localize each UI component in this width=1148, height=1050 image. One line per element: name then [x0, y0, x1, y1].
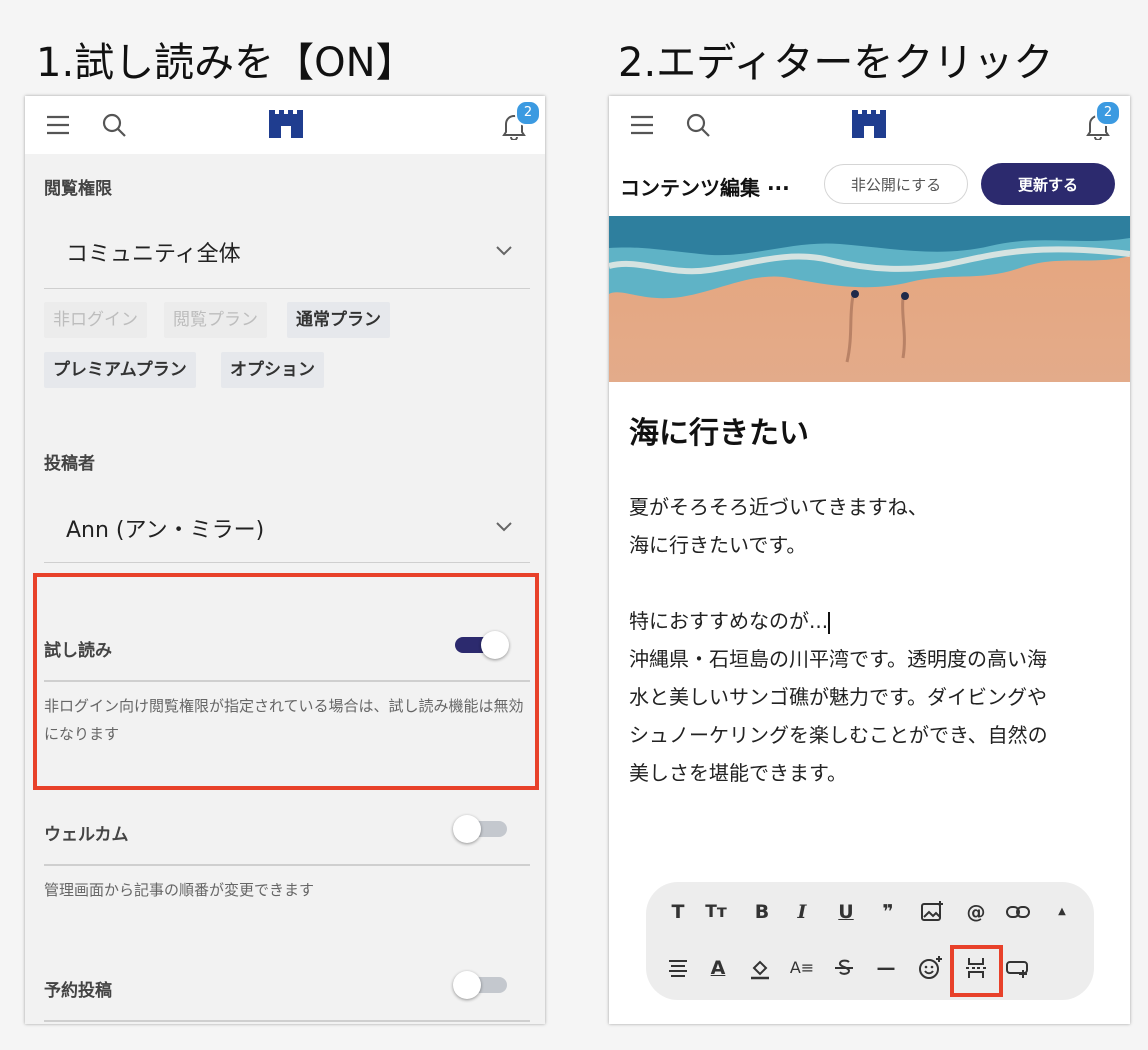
author-select[interactable]: Ann (アン・ミラー) — [44, 512, 530, 563]
button-add-icon[interactable] — [1004, 954, 1032, 982]
emoji-add-icon[interactable] — [916, 954, 944, 982]
plan-chip-nonlogin[interactable]: 非ログイン — [44, 302, 147, 338]
post-body[interactable]: 夏がそろそろ近づいてきますね、 海に行きたいです。 特におすすめなのが... 沖… — [629, 488, 1109, 792]
castle-logo-icon[interactable] — [852, 110, 886, 138]
welcome-toggle[interactable] — [453, 812, 509, 846]
editor-toolbar: T Tт B I U ❞ @ ▲ A A≡ — — [646, 882, 1094, 1000]
body-line: 夏がそろそろ近づいてきますね、 — [629, 495, 928, 519]
scheduled-label: 予約投稿 — [44, 981, 112, 1001]
welcome-help-text: 管理画面から記事の順番が変更できます — [44, 881, 315, 899]
visibility-label: 閲覧権限 — [44, 179, 112, 199]
collapse-toolbar-icon[interactable]: ▲ — [1048, 898, 1076, 926]
visibility-select[interactable]: コミュニティ全体 — [44, 236, 530, 289]
underline-icon[interactable]: U — [832, 898, 860, 926]
step2-heading: 2.エディターをクリック — [618, 40, 1054, 86]
menu-icon[interactable] — [629, 112, 655, 138]
search-icon[interactable] — [101, 112, 127, 138]
plan-chip-premium[interactable]: プレミアムプラン — [44, 352, 196, 388]
post-title[interactable]: 海に行きたい — [629, 408, 809, 452]
hero-image[interactable] — [609, 216, 1130, 382]
body-line: 特におすすめなのが... — [629, 609, 829, 633]
text-style-icon[interactable]: T — [664, 898, 692, 926]
plan-chip-viewing[interactable]: 閲覧プラン — [164, 302, 267, 338]
step1-heading: 1.試し読みを【ON】 — [36, 40, 416, 86]
font-size-icon[interactable]: A≡ — [788, 954, 816, 982]
search-icon[interactable] — [685, 112, 711, 138]
highlight-box-preview — [33, 573, 539, 790]
bold-icon[interactable]: B — [748, 898, 776, 926]
align-icon[interactable] — [664, 954, 692, 982]
mention-icon[interactable]: @ — [962, 898, 990, 926]
body-line: 沖縄県・石垣島の川平湾です。透明度の高い海 — [629, 647, 1047, 671]
editor-header-title[interactable]: コンテンツ編集 ··· — [620, 172, 790, 201]
italic-icon[interactable]: I — [788, 898, 816, 926]
paint-bucket-icon[interactable] — [746, 954, 774, 982]
app-bar: 2 — [609, 96, 1130, 154]
body-line: シュノーケリングを楽しむことができ、自然の — [629, 723, 1048, 747]
settings-screen: 2 閲覧権限 コミュニティ全体 非ログイン 閲覧プラン 通常プラン プレミアムプ… — [25, 96, 545, 1024]
editor-screen: 2 コンテンツ編集 ··· 非公開にする 更新する 海に行きたい 夏がそろそろ近… — [609, 96, 1130, 1024]
update-button[interactable]: 更新する — [981, 163, 1115, 205]
app-bar: 2 — [25, 96, 545, 154]
author-label: 投稿者 — [44, 454, 95, 474]
welcome-label: ウェルカム — [44, 825, 129, 845]
plan-chip-option[interactable]: オプション — [221, 352, 324, 388]
chevron-down-icon — [496, 246, 512, 256]
text-cursor — [828, 611, 830, 634]
link-icon[interactable] — [1004, 898, 1032, 926]
notification-badge: 2 — [515, 100, 541, 126]
image-add-icon[interactable] — [918, 898, 946, 926]
toggle-knob — [453, 815, 481, 843]
castle-logo-icon[interactable] — [269, 110, 303, 138]
strike-icon[interactable] — [830, 954, 858, 982]
divider — [44, 1020, 530, 1022]
menu-icon[interactable] — [45, 112, 71, 138]
highlight-box-divider-tool — [950, 945, 1003, 997]
author-value: Ann (アン・ミラー) — [66, 518, 265, 543]
body-line: 美しさを堪能できます。 — [629, 761, 847, 785]
text-color-icon[interactable]: A — [704, 954, 732, 982]
scheduled-toggle[interactable] — [453, 968, 509, 1002]
notification-badge: 2 — [1095, 100, 1121, 126]
horizontal-rule-icon[interactable]: — — [872, 954, 900, 982]
chevron-down-icon — [496, 522, 512, 532]
body-line: 海に行きたいです。 — [629, 533, 807, 557]
unpublish-button[interactable]: 非公開にする — [824, 164, 968, 204]
toggle-knob — [453, 971, 481, 999]
quote-icon[interactable]: ❞ — [874, 898, 902, 926]
body-line: 水と美しいサンゴ礁が魅力です。ダイビングや — [629, 685, 1047, 709]
visibility-value: コミュニティ全体 — [66, 242, 241, 267]
text-size-icon[interactable]: Tт — [702, 898, 730, 926]
plan-chip-standard[interactable]: 通常プラン — [287, 302, 390, 338]
divider — [44, 864, 530, 866]
body-line-with-cursor: 特におすすめなのが... — [629, 602, 1109, 640]
body-line — [629, 564, 1109, 602]
